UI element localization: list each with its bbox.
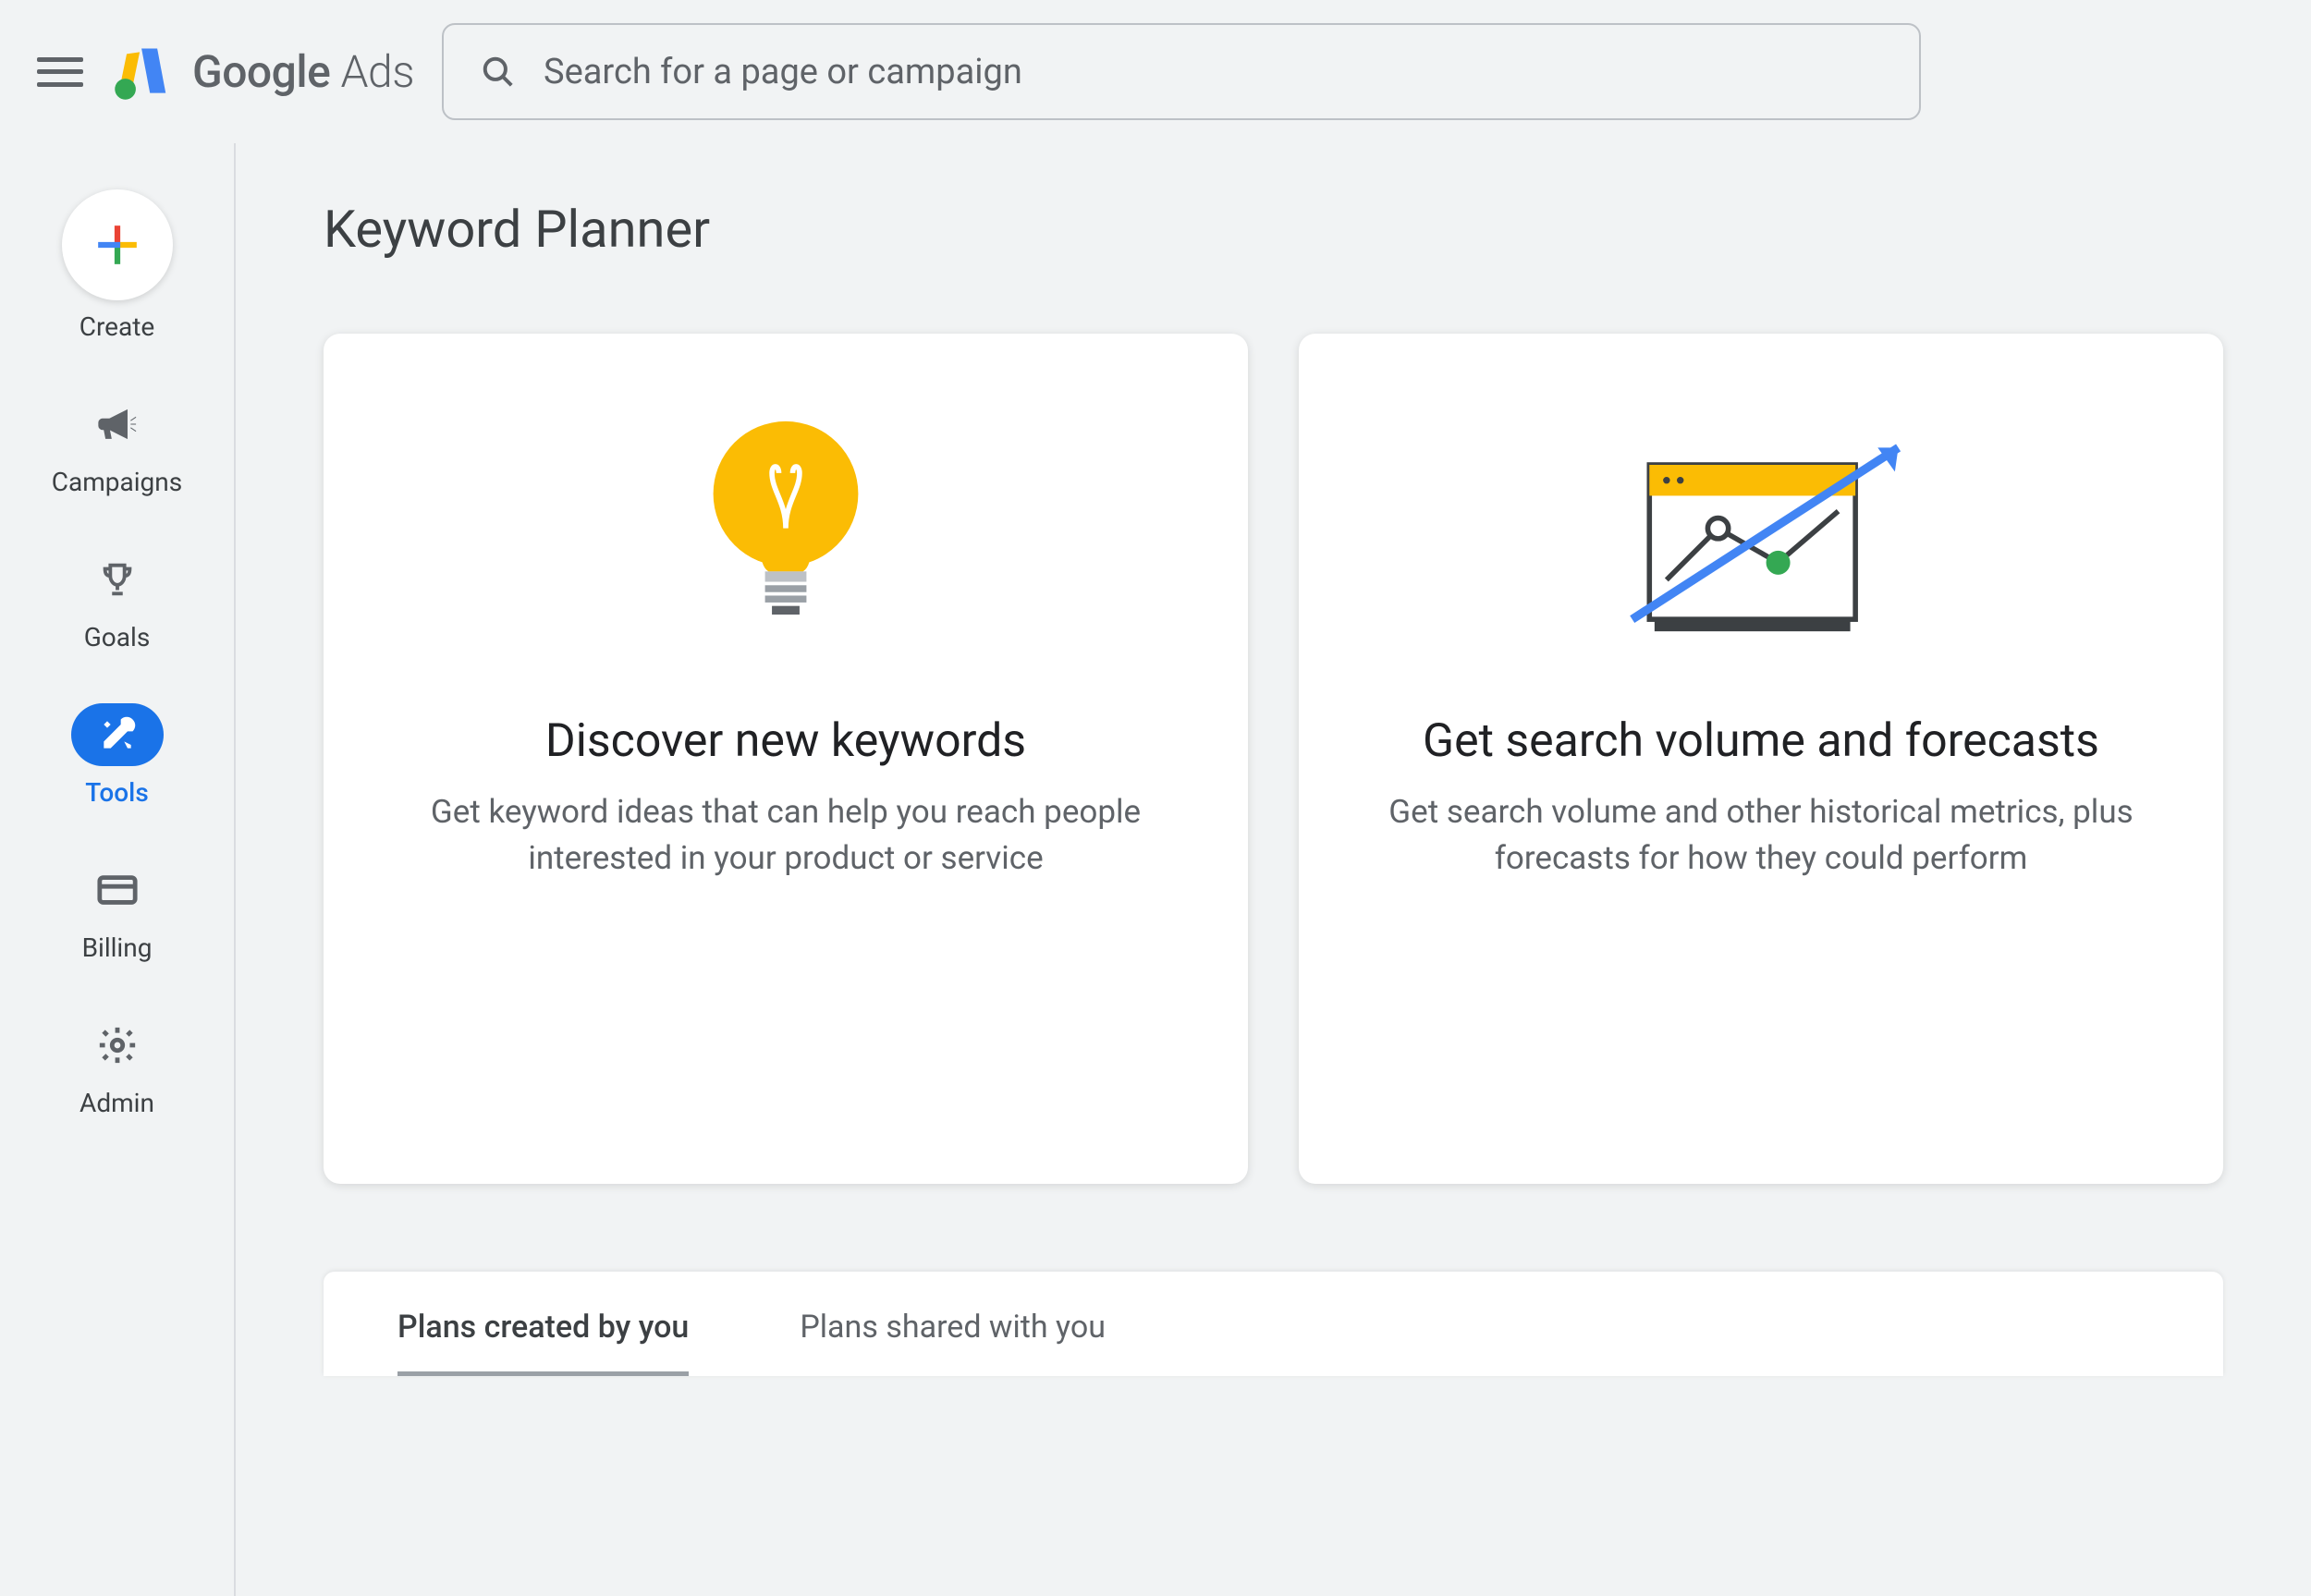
megaphone-icon <box>95 403 138 445</box>
sidebar: Create Campaigns Goals <box>0 143 236 1596</box>
search-input[interactable] <box>544 52 1882 92</box>
header: Google Ads <box>0 0 2311 143</box>
card-discover-keywords[interactable]: Discover new keywords Get keyword ideas … <box>324 334 1248 1184</box>
chart-arrow-icon <box>1585 398 1937 676</box>
google-ads-logo-icon <box>111 41 174 104</box>
sidebar-item-label: Admin <box>79 1088 154 1118</box>
credit-card-icon <box>96 869 139 911</box>
hamburger-menu-button[interactable] <box>37 54 83 91</box>
sidebar-item-label: Billing <box>82 932 153 963</box>
sidebar-item-label: Campaigns <box>52 467 182 497</box>
logo[interactable]: Google Ads <box>111 41 414 104</box>
sidebar-item-label: Goals <box>84 622 151 652</box>
wrench-screwdriver-icon <box>97 714 138 755</box>
logo-text: Google Ads <box>192 45 414 98</box>
sidebar-item-label: Create <box>79 311 155 342</box>
card-description: Get search volume and other historical m… <box>1382 789 2140 883</box>
sidebar-item-goals[interactable]: Goals <box>71 548 164 652</box>
sidebar-item-tools[interactable]: Tools <box>71 703 164 808</box>
search-bar[interactable] <box>442 23 1921 120</box>
card-description: Get keyword ideas that can help you reac… <box>407 789 1165 883</box>
main-content: Keyword Planner Discover new keywords Ge <box>236 143 2311 1596</box>
create-button[interactable] <box>62 189 173 300</box>
sidebar-item-label: Tools <box>85 777 148 808</box>
lightbulb-icon <box>698 398 874 676</box>
cards-row: Discover new keywords Get keyword ideas … <box>324 334 2223 1184</box>
plus-multicolor-icon <box>94 222 141 268</box>
sidebar-item-create[interactable]: Create <box>62 189 173 342</box>
gear-icon <box>96 1024 139 1066</box>
tab-plans-shared[interactable]: Plans shared with you <box>800 1309 1106 1376</box>
search-icon <box>481 55 516 90</box>
plans-tabs: Plans created by you Plans shared with y… <box>324 1272 2223 1376</box>
sidebar-item-campaigns[interactable]: Campaigns <box>52 393 182 497</box>
card-search-volume[interactable]: Get search volume and forecasts Get sear… <box>1299 334 2223 1184</box>
page-title: Keyword Planner <box>324 199 2223 260</box>
sidebar-item-admin[interactable]: Admin <box>71 1014 164 1118</box>
card-title: Get search volume and forecasts <box>1423 713 2099 771</box>
card-title: Discover new keywords <box>545 713 1026 771</box>
trophy-icon <box>96 558 139 601</box>
sidebar-item-billing[interactable]: Billing <box>71 859 164 963</box>
tab-plans-created[interactable]: Plans created by you <box>397 1309 689 1376</box>
